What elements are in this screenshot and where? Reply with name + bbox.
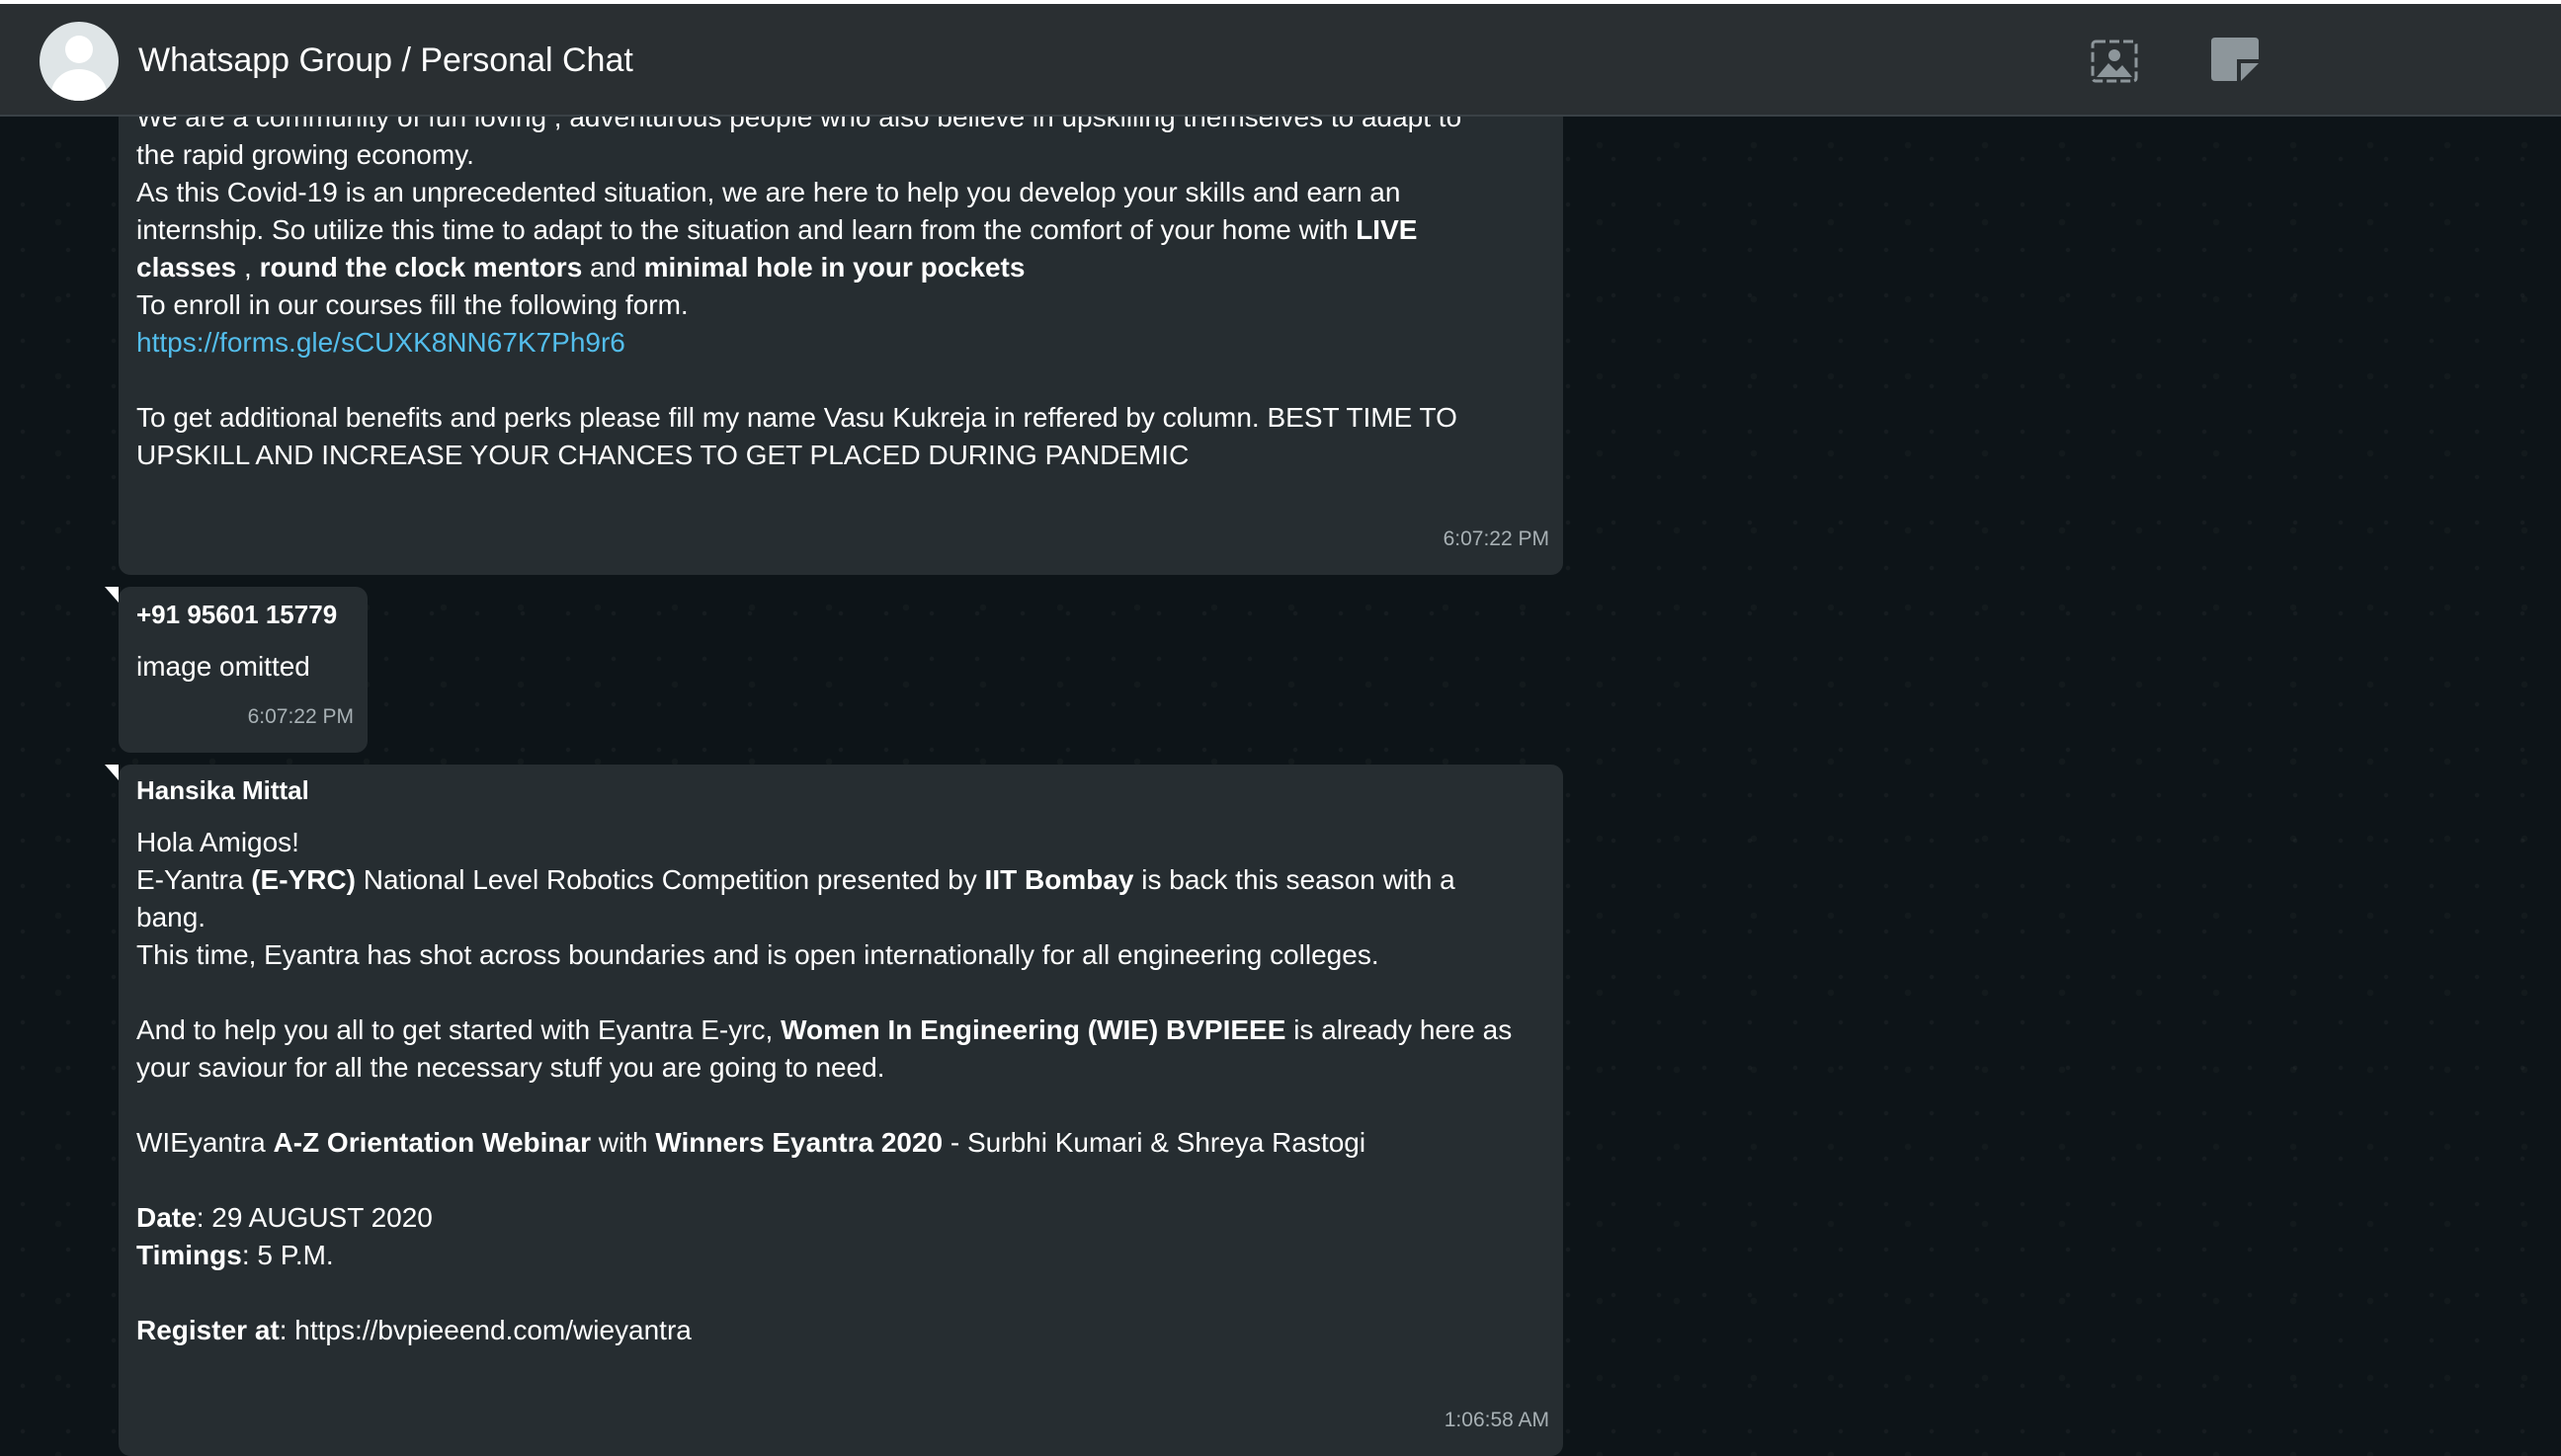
message-line: To enroll in our courses fill the follow… [136,289,689,320]
chat-header: Whatsapp Group / Personal Chat [0,4,2561,117]
message-line: E-Yantra (E-YRC) National Level Robotics… [136,864,1455,895]
form-link[interactable]: https://forms.gle/sCUXK8NN67K7Ph9r6 [136,324,625,362]
message-line: As this Covid-19 is an unprecedented sit… [136,177,1401,207]
message-bubble[interactable]: +91 95601 15779 image omitted 6:07:22 PM [119,587,368,753]
message-bubble[interactable]: We are a community of fun loving , adven… [119,59,1563,575]
message-line: your saviour for all the necessary stuff… [136,1052,885,1083]
message-line: This time, Eyantra has shot across bound… [136,939,1379,970]
bubble-tail [105,765,119,780]
message-bubble[interactable]: Hansika Mittal Hola Amigos! E-Yantra (E-… [119,765,1563,1456]
message-line: WIEyantra A-Z Orientation Webinar with W… [136,1127,1366,1158]
message-line: Register at: https://bvpieeend.com/wieya… [136,1315,692,1345]
message-line: UPSKILL AND INCREASE YOUR CHANCES TO GET… [136,440,1190,470]
image-search-icon[interactable] [2087,34,2142,89]
chat-title[interactable]: Whatsapp Group / Personal Chat [138,41,633,80]
note-icon[interactable] [2207,34,2263,89]
bubble-tail [105,587,119,603]
message-sender[interactable]: +91 95601 15779 [136,599,337,630]
message-timestamp: 1:06:58 AM [1444,1409,1549,1431]
avatar[interactable] [40,22,119,101]
message-line: internship. So utilize this time to adap… [136,214,1418,245]
message-timestamp: 6:07:22 PM [1443,527,1549,550]
message-line: the rapid growing economy. [136,139,474,170]
message-timestamp: 6:07:22 PM [247,705,354,728]
message-sender[interactable]: Hansika Mittal [136,774,309,806]
message-line: classes , round the clock mentors and mi… [136,252,1026,283]
message-line: To get additional benefits and perks ple… [136,402,1457,433]
message-line: Hola Amigos! [136,827,299,857]
message-line: Date: 29 AUGUST 2020 [136,1202,433,1233]
message-line: And to help you all to get started with … [136,1014,1513,1045]
message-line: bang. [136,902,207,932]
message-line: Timings: 5 P.M. [136,1240,334,1270]
message-text: image omitted [136,651,310,682]
